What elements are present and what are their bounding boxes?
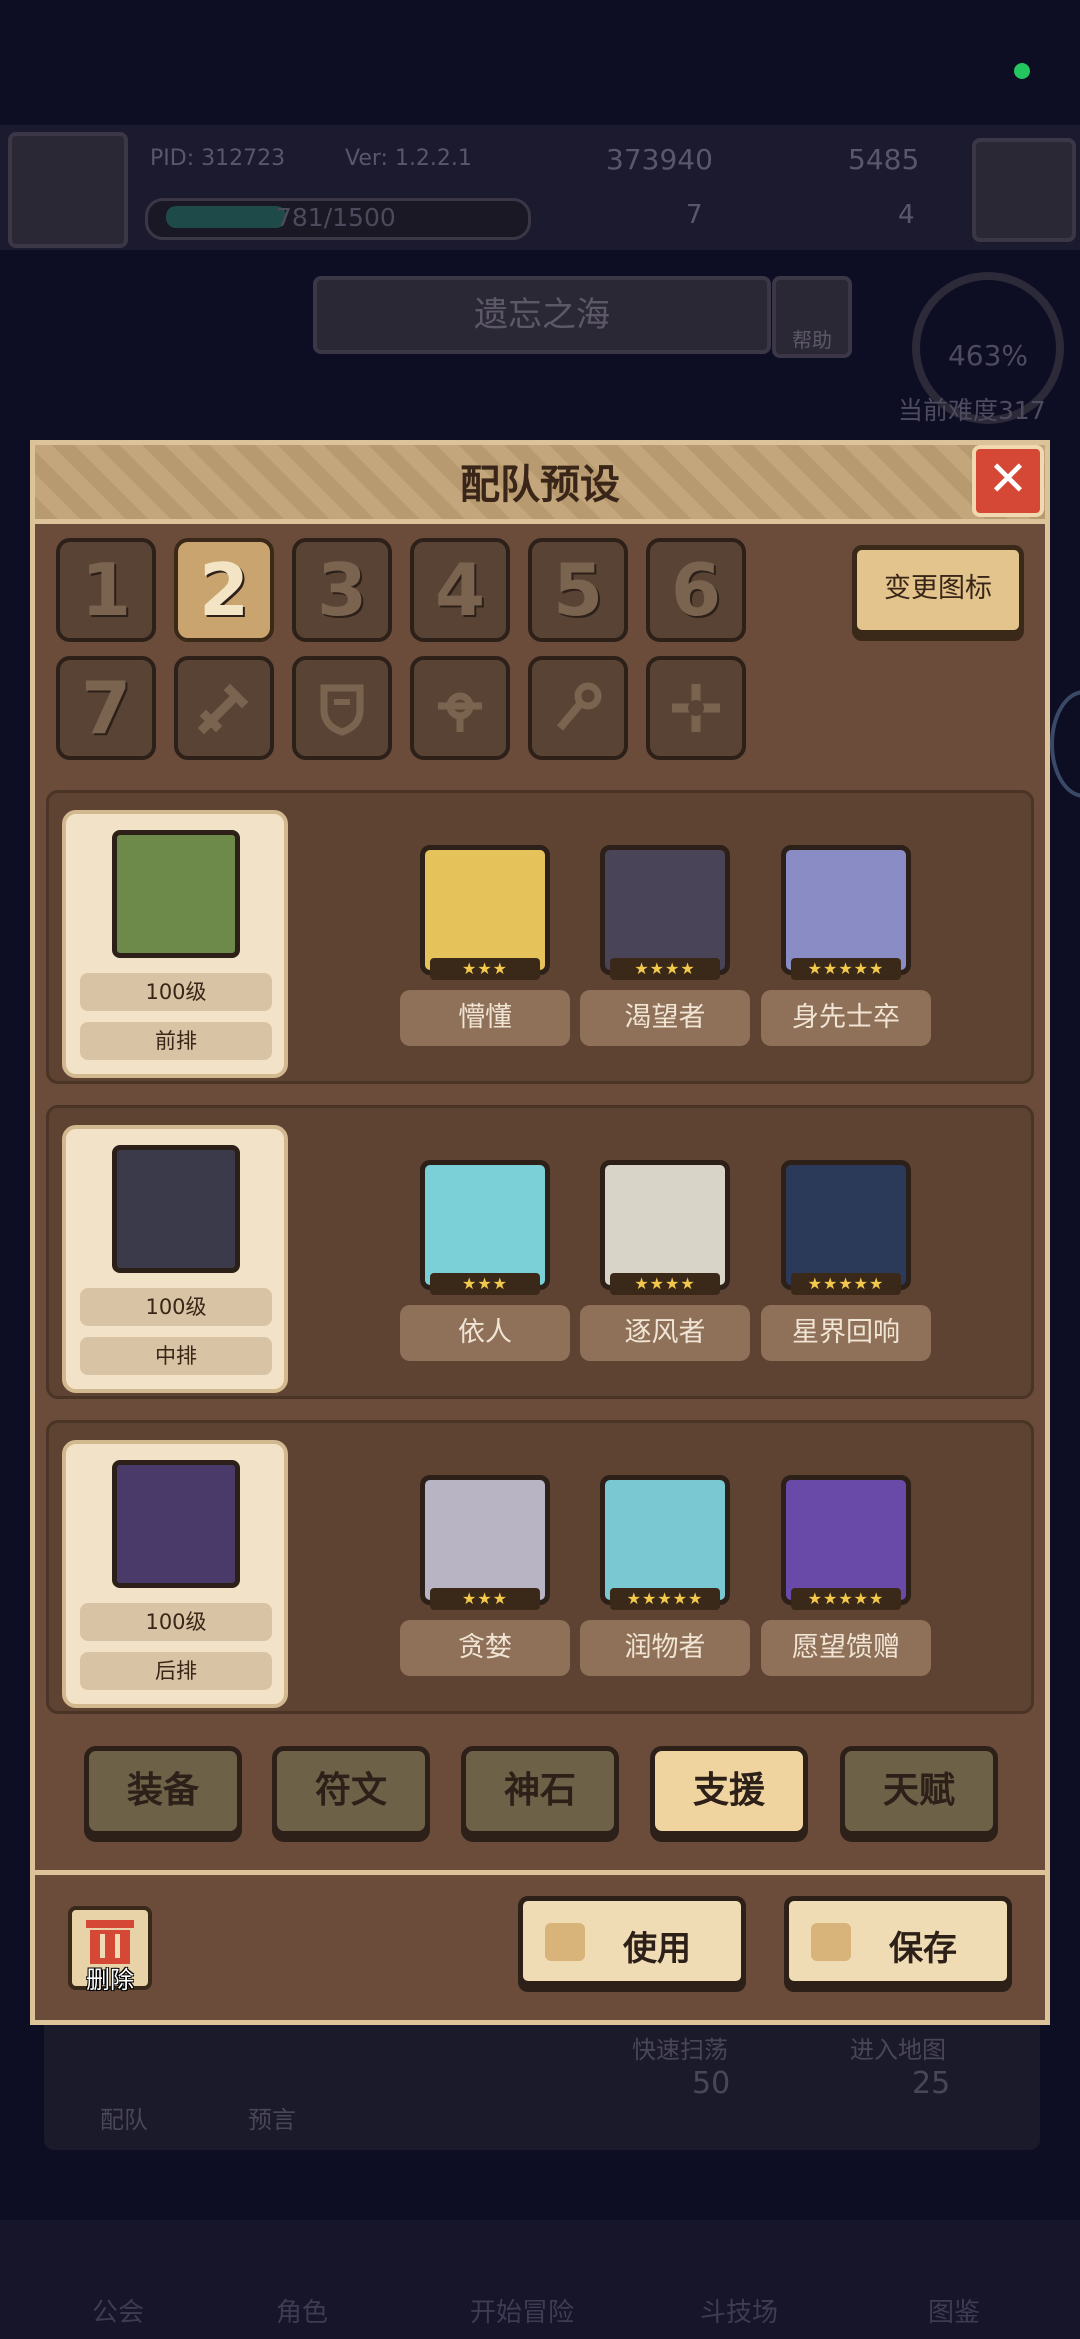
player-avatar[interactable]	[8, 132, 128, 248]
unit-level-middle: 100级	[80, 1288, 272, 1326]
unit-level-front: 100级	[80, 973, 272, 1011]
hero-name: 逐风者	[580, 1305, 750, 1361]
hero-portrait[interactable]	[781, 1475, 911, 1605]
main-unit-portrait-back	[112, 1460, 240, 1588]
preset-slot-shield[interactable]	[292, 656, 392, 760]
preset-slot-2[interactable]: 2	[174, 538, 274, 642]
preset-slot-6[interactable]: 6	[646, 538, 746, 642]
hero-name: 懵懂	[400, 990, 570, 1046]
star-cross-icon	[672, 684, 720, 732]
tab-support[interactable]: 支援	[650, 1746, 808, 1836]
quick-sweep-label[interactable]: 快速扫荡	[632, 2030, 728, 2065]
team-button[interactable]: 配队	[100, 2100, 148, 2135]
unit-level-back: 100级	[80, 1603, 272, 1641]
delete-label: 删除	[86, 1966, 134, 1994]
sword-icon	[197, 683, 249, 735]
staff-icon	[556, 682, 602, 731]
hero-name: 身先士卒	[761, 990, 931, 1046]
hero-stars: ★★★	[430, 958, 540, 980]
gem-count: 5485	[848, 143, 920, 176]
hero-portrait[interactable]	[600, 1475, 730, 1605]
preset-slot-star[interactable]	[646, 656, 746, 760]
hero-name: 星界回响	[761, 1305, 931, 1361]
preset-slot-sword[interactable]	[174, 656, 274, 760]
hero-name: 贪婪	[400, 1620, 570, 1676]
preset-slot-3[interactable]: 3	[292, 538, 392, 642]
hero-portrait[interactable]	[781, 1160, 911, 1290]
nav-arena[interactable]: 斗技场	[700, 2292, 778, 2329]
hero-name: 愿望馈赠	[761, 1620, 931, 1676]
tab-equipment[interactable]: 装备	[84, 1746, 242, 1836]
main-unit-portrait-front	[112, 830, 240, 958]
hero-portrait[interactable]	[420, 1160, 550, 1290]
unit-position-back: 后排	[80, 1652, 272, 1690]
hero-portrait[interactable]	[600, 1160, 730, 1290]
enter-map-label[interactable]: 进入地图	[850, 2030, 946, 2065]
divider	[30, 1870, 1050, 1875]
exp-text: 781/1500	[276, 203, 396, 232]
upload-icon	[811, 1923, 851, 1961]
hero-stars: ★★★	[430, 1273, 540, 1295]
close-button[interactable]: ✕	[972, 445, 1044, 517]
difficulty-label: 当前难度317	[898, 396, 1046, 425]
nav-character[interactable]: 角色	[276, 2292, 328, 2329]
map-name-button[interactable]: 遗忘之海	[313, 276, 771, 354]
hero-name: 渴望者	[580, 990, 750, 1046]
preset-slot-5[interactable]: 5	[528, 538, 628, 642]
use-label: 使用	[623, 1929, 691, 1969]
nav-guild[interactable]: 公会	[92, 2292, 144, 2329]
prophecy-button[interactable]: 预言	[248, 2100, 296, 2135]
shield-icon	[320, 684, 364, 736]
version-text: Ver: 1.2.2.1	[345, 146, 472, 171]
save-button[interactable]: 保存	[784, 1896, 1012, 1986]
hero-portrait[interactable]	[420, 845, 550, 975]
hero-stars: ★★★★	[610, 958, 720, 980]
gold-count: 373940	[606, 143, 713, 176]
settings-gear-icon[interactable]	[972, 138, 1076, 242]
hero-portrait[interactable]	[781, 845, 911, 975]
hero-stars: ★★★★	[610, 1273, 720, 1295]
nav-codex[interactable]: 图鉴	[928, 2292, 980, 2329]
nav-start-adventure[interactable]: 开始冒险	[470, 2292, 574, 2329]
unit-position-front: 前排	[80, 1022, 272, 1060]
hero-name: 润物者	[580, 1620, 750, 1676]
close-icon: ✕	[987, 451, 1029, 507]
side-edge-button[interactable]	[1050, 690, 1080, 798]
hero-portrait[interactable]	[420, 1475, 550, 1605]
stat-a-count: 7	[686, 200, 703, 230]
help-button[interactable]: 帮助	[772, 276, 852, 358]
cross-icon	[438, 692, 482, 732]
change-icon-button[interactable]: 变更图标	[852, 545, 1024, 635]
stat-b-count: 4	[898, 200, 915, 230]
preset-slot-1[interactable]: 1	[56, 538, 156, 642]
tab-divine-stone[interactable]: 神石	[461, 1746, 619, 1836]
use-button[interactable]: 使用	[518, 1896, 746, 1986]
tab-talent[interactable]: 天赋	[840, 1746, 998, 1836]
save-label: 保存	[889, 1929, 957, 1969]
hero-stars: ★★★★★	[791, 958, 901, 980]
hero-name: 依人	[400, 1305, 570, 1361]
preset-slot-staff[interactable]	[528, 656, 628, 760]
player-id: PID: 312723	[150, 146, 286, 171]
tab-runes[interactable]: 符文	[272, 1746, 430, 1836]
status-indicator	[1014, 63, 1030, 79]
quick-sweep-cost: 50	[692, 2066, 731, 2101]
hero-stars: ★★★★★	[791, 1588, 901, 1610]
enter-map-cost: 25	[912, 2066, 951, 2101]
hero-stars: ★★★★★	[791, 1273, 901, 1295]
preset-slot-7[interactable]: 7	[56, 656, 156, 760]
dialog-title: 配队预设	[460, 462, 620, 508]
exp-bar-fill	[166, 206, 286, 228]
main-unit-portrait-middle	[112, 1145, 240, 1273]
hero-stars: ★★★	[430, 1588, 540, 1610]
hero-portrait[interactable]	[600, 845, 730, 975]
unit-position-middle: 中排	[80, 1337, 272, 1375]
hero-stars: ★★★★★	[610, 1588, 720, 1610]
preset-slot-4[interactable]: 4	[410, 538, 510, 642]
checkmark-icon	[545, 1923, 585, 1961]
preset-slot-cross[interactable]	[410, 656, 510, 760]
